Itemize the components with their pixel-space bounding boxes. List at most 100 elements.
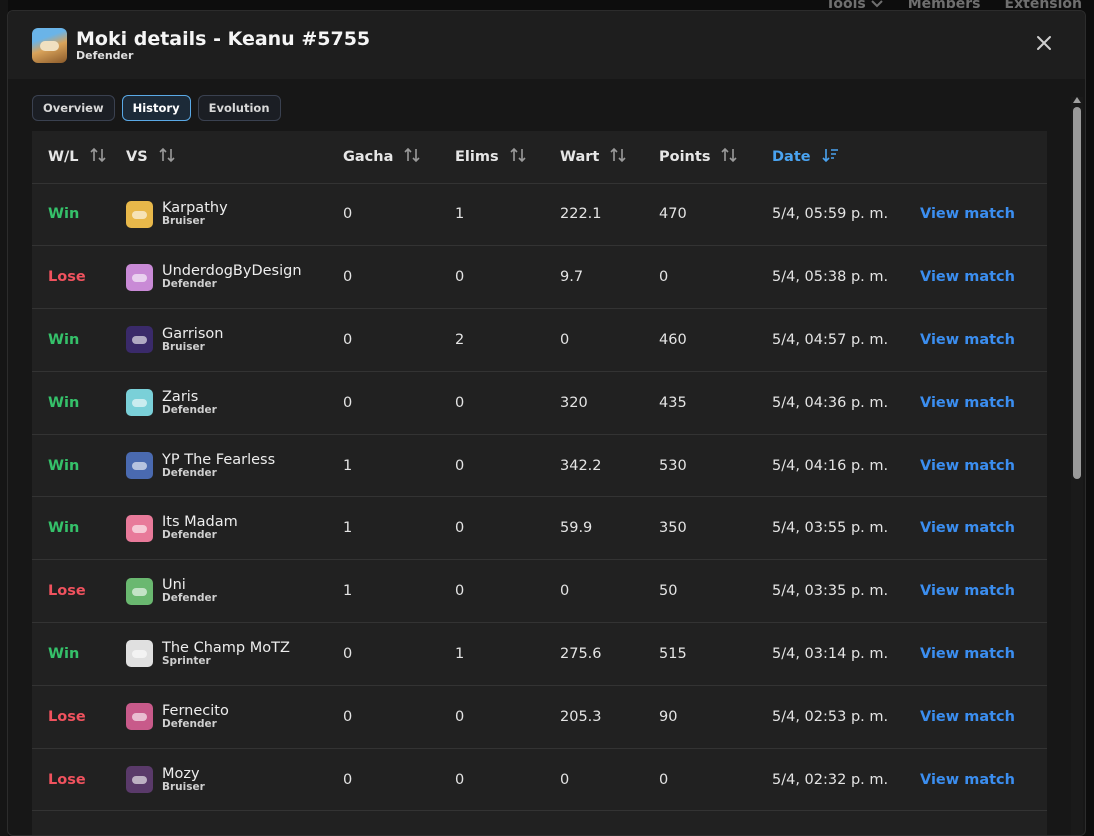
cell-elims: 0 [455, 434, 560, 498]
header-points[interactable]: Points [659, 131, 772, 184]
table-row: Lose UnderdogByDesign Defender 0 0 9.7 0… [32, 245, 1047, 310]
cell-wart: 0 [560, 559, 659, 624]
opponent-class: Defender [162, 466, 217, 479]
cell-result: Lose [32, 748, 126, 812]
cell-opponent: Its Madam Defender [126, 496, 343, 561]
header-gacha-label: Gacha [343, 148, 394, 165]
header-vs-label: VS [126, 148, 148, 165]
cell-gacha: 1 [343, 559, 455, 624]
header-elims[interactable]: Elims [455, 131, 560, 184]
header-action [920, 131, 1047, 184]
close-button[interactable] [1033, 32, 1055, 54]
cell-elims: 0 [455, 685, 560, 749]
opponent-text: Uni Defender [162, 578, 217, 604]
header-vs[interactable]: VS [126, 131, 343, 184]
opponent-avatar [126, 766, 153, 794]
cell-opponent: Fernecito Defender [126, 685, 343, 749]
view-match-link[interactable]: View match [920, 709, 1015, 725]
opponent: Uni Defender [126, 577, 343, 605]
cell-result: Lose [32, 245, 126, 310]
cell-date: 5/4, 03:55 p. m. [772, 496, 920, 561]
view-match-link[interactable]: View match [920, 458, 1015, 474]
opponent: YP The Fearless Defender [126, 452, 343, 480]
sort-icon [158, 147, 176, 167]
cell-opponent: Zaris Defender [126, 371, 343, 435]
opponent-class: Defender [162, 529, 217, 542]
view-match-link[interactable]: View match [920, 206, 1015, 222]
close-icon [1037, 36, 1051, 50]
cell-wart: 0 [560, 748, 659, 812]
scrollbar[interactable] [1071, 97, 1083, 835]
cell-gacha: 0 [343, 622, 455, 686]
opponent-text: UnderdogByDesign Defender [162, 264, 302, 290]
cell-wart: 59.9 [560, 496, 659, 561]
cell-elims: 0 [455, 371, 560, 435]
view-match-link[interactable]: View match [920, 332, 1015, 348]
cell-wart: 222.1 [560, 183, 659, 247]
cell-date: 5/4, 02:53 p. m. [772, 685, 920, 749]
header-wart[interactable]: Wart [560, 131, 659, 184]
cell-result: Lose [32, 685, 126, 749]
cell-elims: 0 [455, 496, 560, 561]
opponent-name: Zaris [162, 388, 199, 405]
opponent: Garrison Bruiser [126, 326, 343, 354]
cell-result: Win [32, 622, 126, 686]
view-match-link[interactable]: View match [920, 269, 1015, 285]
table-row: Lose Uni Defender 1 0 0 50 5/4, 03:35 p.… [32, 559, 1047, 624]
cell-points: 350 [659, 496, 772, 561]
opponent-name: Uni [162, 577, 186, 594]
sort-icon [89, 147, 107, 167]
header-wl[interactable]: W/L [32, 131, 126, 184]
opponent-avatar [126, 326, 153, 354]
cell-gacha: 0 [343, 183, 455, 247]
cell-gacha: 1 [343, 434, 455, 498]
cell-result: Win [32, 496, 126, 561]
cell-action: View match [920, 748, 1047, 812]
result-label: Lose [48, 771, 86, 788]
cell-wart: 320 [560, 371, 659, 435]
sort-icon [609, 147, 627, 167]
cell-opponent: YP The Fearless Defender [126, 434, 343, 498]
cell-action: View match [920, 685, 1047, 749]
cell-date: 5/4, 03:14 p. m. [772, 622, 920, 686]
opponent-class: Bruiser [162, 340, 205, 353]
cell-points: 0 [659, 748, 772, 812]
cell-elims: 1 [455, 622, 560, 686]
tab-evolution[interactable]: Evolution [197, 95, 281, 121]
opponent-text: Mozy Bruiser [162, 766, 205, 793]
scroll-up-arrow[interactable] [1073, 97, 1081, 103]
cell-opponent: Garrison Bruiser [126, 308, 343, 372]
result-label: Lose [48, 583, 86, 600]
opponent: Fernecito Defender [126, 703, 343, 731]
view-match-link[interactable]: View match [920, 646, 1015, 662]
opponent-class: Defender [162, 717, 217, 730]
scroll-thumb[interactable] [1073, 107, 1081, 479]
tab-history[interactable]: History [121, 95, 191, 121]
result-label: Win [48, 520, 80, 537]
opponent-avatar [126, 703, 153, 731]
cell-gacha: 0 [343, 685, 455, 749]
cell-wart: 205.3 [560, 685, 659, 749]
view-match-link[interactable]: View match [920, 583, 1015, 599]
sort-icon [720, 147, 738, 167]
opponent-name: Karpathy [162, 200, 228, 217]
result-label: Win [48, 457, 80, 474]
result-label: Win [48, 331, 80, 348]
view-match-link[interactable]: View match [920, 772, 1015, 788]
cell-wart: 0 [560, 308, 659, 372]
cell-opponent: Mozy Bruiser [126, 748, 343, 812]
header-date[interactable]: Date [772, 131, 920, 184]
header-gacha[interactable]: Gacha [343, 131, 455, 184]
cell-wart: 9.7 [560, 245, 659, 310]
header-points-label: Points [659, 148, 711, 165]
cell-action: View match [920, 308, 1047, 372]
moki-avatar [32, 27, 67, 63]
view-match-link[interactable]: View match [920, 520, 1015, 536]
tab-overview[interactable]: Overview [32, 95, 115, 121]
opponent-avatar [126, 640, 153, 668]
cell-points: 470 [659, 183, 772, 247]
result-label: Win [48, 645, 80, 662]
moki-details-modal: Moki details - Keanu #5755 Defender Over… [7, 10, 1086, 836]
view-match-link[interactable]: View match [920, 395, 1015, 411]
cell-elims: 0 [455, 748, 560, 812]
